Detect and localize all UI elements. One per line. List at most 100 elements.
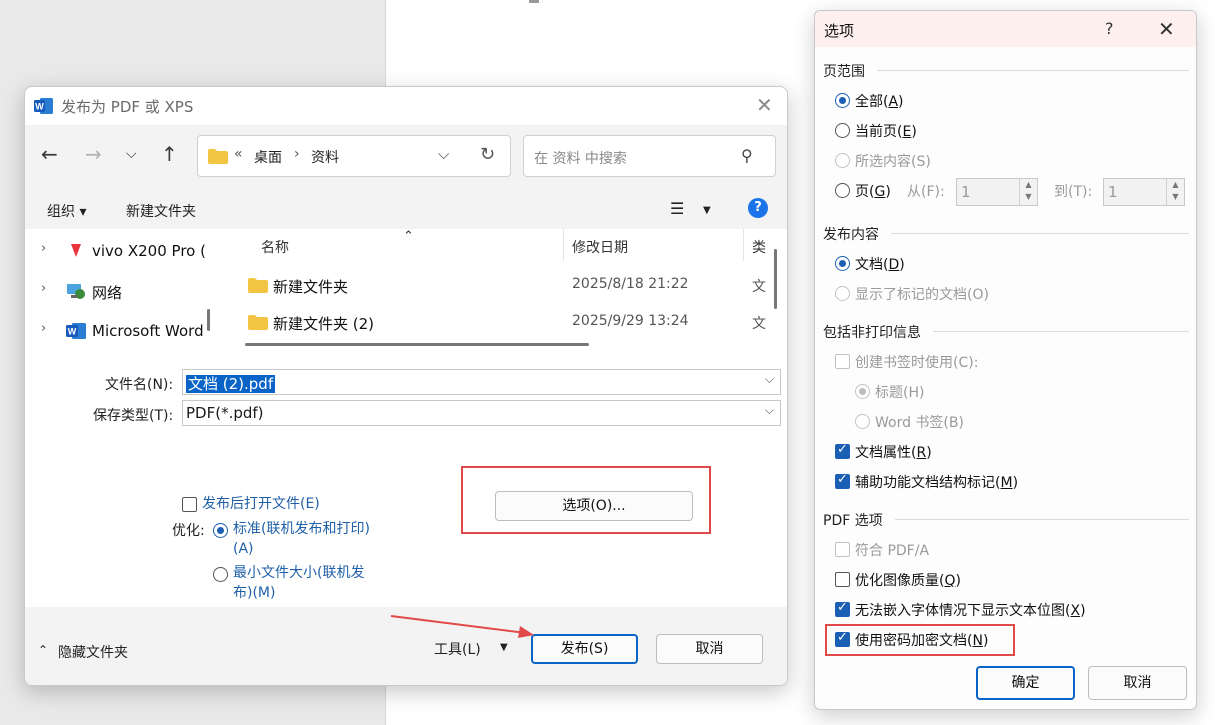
column-type[interactable]: 类 (752, 237, 766, 257)
organize-menu[interactable]: 组织 ▾ (47, 201, 86, 221)
standard-label[interactable]: 标准(联机发布和打印) (233, 519, 370, 539)
standard-label-key[interactable]: (A) (233, 539, 254, 559)
new-folder-button[interactable]: 新建文件夹 (126, 201, 196, 221)
document-properties-label[interactable]: 文档属性(R) (855, 442, 932, 462)
open-after-checkbox[interactable] (182, 497, 197, 512)
file-row[interactable]: 新建文件夹 2025/8/18 21:22 文 (223, 269, 768, 303)
pages-label[interactable]: 页(G) (855, 181, 891, 201)
column-name[interactable]: 名称 (261, 237, 289, 257)
file-row[interactable]: 新建文件夹 (2) 2025/9/29 13:24 文 (223, 306, 768, 340)
close-icon[interactable]: ✕ (756, 95, 773, 115)
options-button[interactable]: 选项(O)... (495, 491, 693, 521)
forward-arrow-icon[interactable]: → (85, 144, 102, 164)
search-icon: ⚲ (741, 146, 753, 165)
tree-item-word[interactable]: › W Microsoft Word (25, 313, 220, 349)
expand-chevron-icon[interactable]: › (41, 281, 46, 296)
word-bookmarks-radio[interactable] (855, 414, 870, 429)
back-arrow-icon[interactable]: ← (41, 144, 58, 164)
spin-arrows-icon[interactable]: ▲ ▼ (1019, 179, 1037, 205)
to-spinner[interactable]: 1 ▲ ▼ (1103, 178, 1185, 206)
pdfa-label[interactable]: 符合 PDF/A (855, 540, 929, 560)
bitmap-text-checkbox[interactable] (835, 600, 850, 617)
structure-tags-checkbox[interactable] (835, 472, 850, 489)
pdfa-checkbox[interactable] (835, 542, 850, 557)
help-icon[interactable]: ? (748, 198, 768, 218)
horizontal-scrollbar[interactable] (245, 343, 589, 346)
filename-field[interactable]: 文档 (2).pdf ⌵ (182, 369, 781, 395)
publish-button[interactable]: 发布(S) (531, 634, 638, 664)
tree-item-network[interactable]: › 网络 (25, 273, 220, 309)
bookmarks-checkbox[interactable] (835, 354, 850, 369)
bitmap-text-label[interactable]: 无法嵌入字体情况下显示文本位图(X) (855, 600, 1086, 620)
image-quality-checkbox[interactable] (835, 572, 850, 587)
column-divider[interactable] (743, 229, 744, 261)
from-value[interactable]: 1 (961, 183, 971, 201)
file-list: 名称 ⌃ 修改日期 类 新建文件夹 2025/8/18 21:22 文 新建文件… (223, 229, 787, 355)
sort-up-icon: ⌃ (403, 229, 414, 244)
current-page-label[interactable]: 当前页(E) (855, 121, 917, 141)
cancel-button[interactable]: 取消 (656, 634, 763, 664)
markup-radio[interactable] (835, 286, 850, 301)
cancel-button[interactable]: 取消 (1088, 666, 1187, 700)
selection-radio[interactable] (835, 153, 850, 168)
refresh-icon[interactable]: ↻ (480, 144, 495, 165)
tools-caret-icon[interactable]: ▼ (500, 642, 508, 653)
filetype-label: 保存类型(T): (93, 408, 174, 424)
filetype-select[interactable]: PDF(*.pdf) ⌵ (182, 400, 781, 426)
image-quality-label[interactable]: 优化图像质量(Q) (855, 570, 961, 590)
search-box[interactable]: 在 资料 中搜索 ⚲ (523, 135, 776, 177)
word-bookmarks-label[interactable]: Word 书签(B) (875, 412, 964, 432)
folder-icon (248, 315, 268, 330)
bookmarks-label[interactable]: 创建书签时使用(C): (855, 352, 978, 372)
tools-menu[interactable]: 工具(L) (434, 639, 481, 659)
column-modified[interactable]: 修改日期 (572, 237, 628, 257)
search-input[interactable]: 在 资料 中搜索 (534, 148, 627, 168)
recent-chevron-icon[interactable]: ⌵ (126, 147, 137, 161)
headings-label[interactable]: 标题(H) (875, 382, 924, 402)
pages-radio[interactable] (835, 183, 850, 198)
close-icon[interactable]: ✕ (1158, 19, 1175, 39)
chevron-down-icon[interactable]: ⌵ (765, 372, 774, 387)
selection-label[interactable]: 所选内容(S) (855, 151, 931, 171)
spin-arrows-icon[interactable]: ▲ ▼ (1166, 179, 1184, 205)
address-bar[interactable]: « 桌面 › 资料 ⌵ ↻ (197, 135, 511, 177)
expand-chevron-icon[interactable]: › (41, 321, 46, 336)
tree-item-label: Microsoft Word (92, 322, 204, 340)
chevron-down-icon[interactable]: ⌵ (438, 145, 449, 163)
minimum-size-label-key[interactable]: 布)(M) (233, 583, 275, 603)
all-pages-radio[interactable] (835, 93, 850, 108)
ok-button[interactable]: 确定 (976, 666, 1075, 700)
standard-radio[interactable] (213, 523, 228, 538)
up-arrow-icon[interactable]: ↑ (161, 144, 178, 164)
breadcrumb-desktop[interactable]: 桌面 (254, 147, 282, 167)
view-options-caret-icon[interactable]: ▼ (703, 205, 711, 216)
divider (877, 70, 1189, 71)
column-divider[interactable] (563, 229, 564, 261)
hide-folders-button[interactable]: 隐藏文件夹 (58, 642, 128, 662)
markup-label[interactable]: 显示了标记的文档(O) (855, 284, 989, 304)
breadcrumb-overflow[interactable]: « (234, 146, 243, 162)
structure-tags-label[interactable]: 辅助功能文档结构标记(M) (855, 472, 1018, 492)
tree-item-phone[interactable]: › vivo X200 Pro ( (25, 233, 220, 269)
document-label[interactable]: 文档(D) (855, 254, 905, 274)
document-properties-checkbox[interactable] (835, 442, 850, 459)
expand-chevron-icon[interactable]: › (41, 241, 46, 256)
all-pages-label[interactable]: 全部(A) (855, 91, 904, 111)
minimum-size-radio[interactable] (213, 567, 228, 582)
chevron-down-icon[interactable]: ⌵ (765, 403, 774, 418)
help-icon[interactable]: ? (1105, 19, 1114, 38)
current-page-radio[interactable] (835, 123, 850, 138)
document-radio[interactable] (835, 256, 850, 271)
filename-value[interactable]: 文档 (2).pdf (186, 375, 276, 393)
headings-radio[interactable] (855, 384, 870, 399)
to-value[interactable]: 1 (1108, 183, 1118, 201)
vertical-scrollbar[interactable] (774, 249, 777, 309)
chevron-up-icon[interactable]: ⌃ (38, 643, 48, 657)
minimum-size-label[interactable]: 最小文件大小(联机发 (233, 563, 364, 583)
tree-item-label: vivo X200 Pro ( (92, 242, 206, 260)
from-spinner[interactable]: 1 ▲ ▼ (956, 178, 1038, 206)
tree-scrollbar[interactable] (207, 309, 210, 331)
view-list-icon[interactable]: ☰ (670, 199, 684, 218)
breadcrumb-folder[interactable]: 资料 (311, 147, 339, 167)
open-after-label[interactable]: 发布后打开文件(E) (202, 494, 320, 514)
